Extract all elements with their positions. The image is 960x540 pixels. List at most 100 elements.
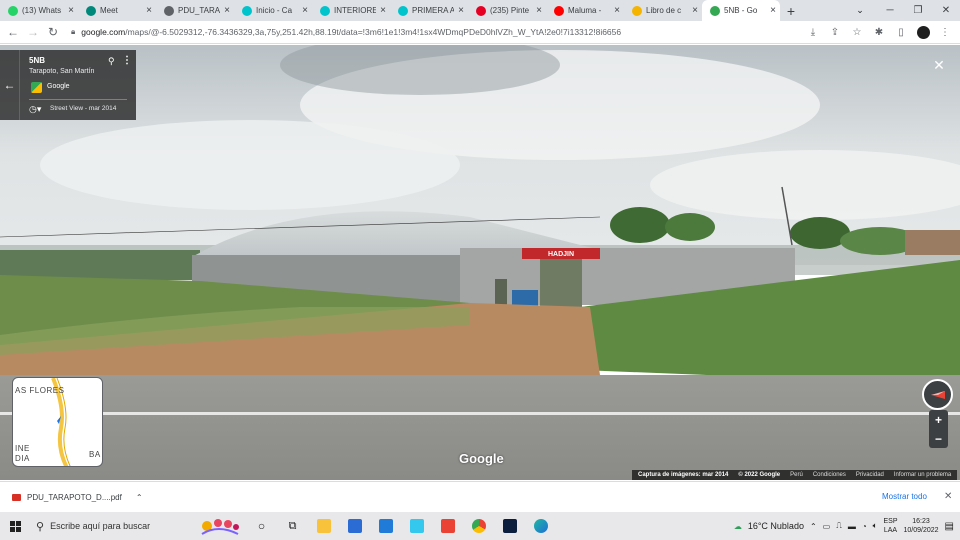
- install-app-icon[interactable]: ⤓: [804, 24, 822, 42]
- close-tab-icon[interactable]: ×: [380, 5, 386, 16]
- windows-start-icon[interactable]: [0, 512, 30, 540]
- clock-history-icon[interactable]: ◷▾: [29, 104, 41, 115]
- tab-title: Meet: [100, 6, 118, 15]
- chrome-icon[interactable]: [463, 512, 494, 540]
- photoshop-icon[interactable]: [494, 512, 525, 540]
- browser-tab[interactable]: Meet ×: [78, 0, 156, 21]
- microsoft-store-icon[interactable]: [339, 512, 370, 540]
- new-tab-button[interactable]: +: [780, 0, 802, 21]
- tab-title: 5NB - Go: [724, 6, 758, 15]
- weather-icon[interactable]: ☁︎: [734, 522, 742, 531]
- close-download-bar-icon[interactable]: ✕: [944, 491, 952, 502]
- compass-icon[interactable]: [922, 379, 953, 410]
- taskbar-search[interactable]: ⚲ Escribe aquí para buscar: [36, 512, 196, 540]
- volume-icon[interactable]: 🔈︎: [873, 521, 878, 531]
- cloud: [40, 120, 460, 210]
- minimap[interactable]: AS FLORES INE DIA BA: [12, 377, 103, 467]
- country-link[interactable]: Perú: [790, 472, 803, 478]
- close-tab-icon[interactable]: ×: [224, 5, 230, 16]
- file-explorer-icon[interactable]: [308, 512, 339, 540]
- browser-tab[interactable]: Libro de c ×: [624, 0, 702, 21]
- side-door: [495, 279, 507, 305]
- place-title[interactable]: 5NB: [29, 56, 45, 65]
- close-tab-icon[interactable]: ×: [458, 5, 464, 16]
- news-widget-icon[interactable]: [196, 512, 246, 540]
- share-icon[interactable]: ⇪: [826, 24, 844, 42]
- extensions-icon[interactable]: ✱: [870, 24, 888, 42]
- minimap-label: DIA: [15, 454, 30, 463]
- far-trees: [0, 250, 200, 280]
- browser-tab[interactable]: Inicio - Ca ×: [234, 0, 312, 21]
- tab-search-button[interactable]: ⌄: [850, 0, 870, 21]
- close-tab-icon[interactable]: ×: [146, 5, 152, 16]
- terms-link[interactable]: Condiciones: [813, 472, 846, 478]
- system-tray: ☁︎ 16°C Nublado ⌃ ▭ ⎍ ▬ ◔ 🔈︎ ESP LAA 16:2…: [734, 512, 960, 540]
- location-pin-icon[interactable]: ⚲: [108, 56, 115, 67]
- profile-avatar[interactable]: [914, 24, 932, 42]
- mail-icon[interactable]: [370, 512, 401, 540]
- weather-text[interactable]: 16°C Nublado: [748, 521, 804, 531]
- minimize-button[interactable]: ─: [876, 0, 904, 21]
- close-window-button[interactable]: ✕: [932, 0, 960, 21]
- browser-tab[interactable]: (235) Pinte ×: [468, 0, 546, 21]
- capture-attribution: Captura de imágenes: mar 2014: [638, 472, 729, 478]
- zoom-in-button[interactable]: +: [935, 413, 942, 427]
- edge-icon[interactable]: [525, 512, 556, 540]
- task-view-icon[interactable]: ⧉: [277, 512, 308, 540]
- close-tab-icon[interactable]: ×: [692, 5, 698, 16]
- cortana-icon[interactable]: ○: [246, 512, 277, 540]
- meet-icon: [86, 5, 96, 16]
- pdf-icon: [12, 493, 21, 501]
- wifi-icon[interactable]: ◔: [862, 522, 867, 531]
- lightshot-icon[interactable]: [401, 512, 432, 540]
- address-bar[interactable]: 🔒︎ google.com/maps/@-6.5029312,-76.34363…: [71, 23, 821, 41]
- bookmark-star-icon[interactable]: ☆: [848, 24, 866, 42]
- tab-title: Inicio - Ca: [256, 6, 293, 15]
- street-view-panorama[interactable]: HADJIN: [0, 45, 960, 480]
- device-icon[interactable]: ▭: [823, 522, 831, 531]
- tabs-container: (13) Whats × Meet × PDU_TARA × Inicio - Ca × INT…: [0, 0, 780, 21]
- privacy-link[interactable]: Privacidad: [856, 472, 884, 478]
- close-tab-icon[interactable]: ×: [770, 5, 776, 16]
- reload-button[interactable]: ↻: [43, 22, 63, 42]
- browser-tab[interactable]: 5NB - Go ×: [702, 0, 780, 21]
- tree: [610, 207, 670, 243]
- close-tab-icon[interactable]: ×: [302, 5, 308, 16]
- side-panel-icon[interactable]: ▯: [892, 24, 910, 42]
- capture-date: Street View - mar 2014: [50, 105, 117, 112]
- more-options-icon[interactable]: ⋮: [122, 55, 132, 66]
- download-item[interactable]: PDU_TARAPOTO_D....pdf ⌃: [12, 493, 143, 502]
- restore-button[interactable]: ❐: [904, 0, 932, 21]
- tree: [665, 213, 715, 241]
- chevron-up-icon[interactable]: ⌃: [136, 493, 143, 502]
- browser-tab[interactable]: (13) Whats ×: [0, 0, 78, 21]
- show-all-downloads-link[interactable]: Mostrar todo: [882, 492, 927, 501]
- browser-tab[interactable]: INTERIORE ×: [312, 0, 390, 21]
- network-icon[interactable]: ▬: [848, 522, 856, 531]
- clock[interactable]: 16:23 10/09/2022: [904, 517, 939, 535]
- notifications-icon[interactable]: ▤: [945, 521, 954, 532]
- forward-button[interactable]: →: [23, 22, 43, 42]
- browser-tab[interactable]: PRIMERA A ×: [390, 0, 468, 21]
- close-tab-icon[interactable]: ×: [68, 5, 74, 16]
- maps-icon: [710, 5, 720, 16]
- globe-icon: [164, 5, 174, 16]
- zoom-out-button[interactable]: −: [935, 432, 942, 446]
- back-button[interactable]: ←: [3, 22, 23, 42]
- show-hidden-icons-icon[interactable]: ⌃: [810, 522, 817, 531]
- youtube-icon: [554, 5, 564, 16]
- close-street-view-button[interactable]: ✕: [930, 56, 948, 74]
- browser-tab[interactable]: PDU_TARA ×: [156, 0, 234, 21]
- tab-title: (235) Pinte: [490, 6, 530, 15]
- tree: [790, 217, 850, 249]
- close-tab-icon[interactable]: ×: [536, 5, 542, 16]
- gmail-icon[interactable]: [432, 512, 463, 540]
- browser-tab[interactable]: Maluma - ×: [546, 0, 624, 21]
- meet-now-icon[interactable]: ⎍: [836, 521, 842, 531]
- back-arrow-icon[interactable]: ←: [0, 50, 20, 120]
- report-problem-link[interactable]: Informar un problema: [894, 472, 951, 478]
- language-indicator[interactable]: ESP LAA: [883, 517, 897, 535]
- menu-icon[interactable]: ⋮: [936, 24, 954, 42]
- close-tab-icon[interactable]: ×: [614, 5, 620, 16]
- tab-strip: (13) Whats × Meet × PDU_TARA × Inicio - Ca × INT…: [0, 0, 960, 21]
